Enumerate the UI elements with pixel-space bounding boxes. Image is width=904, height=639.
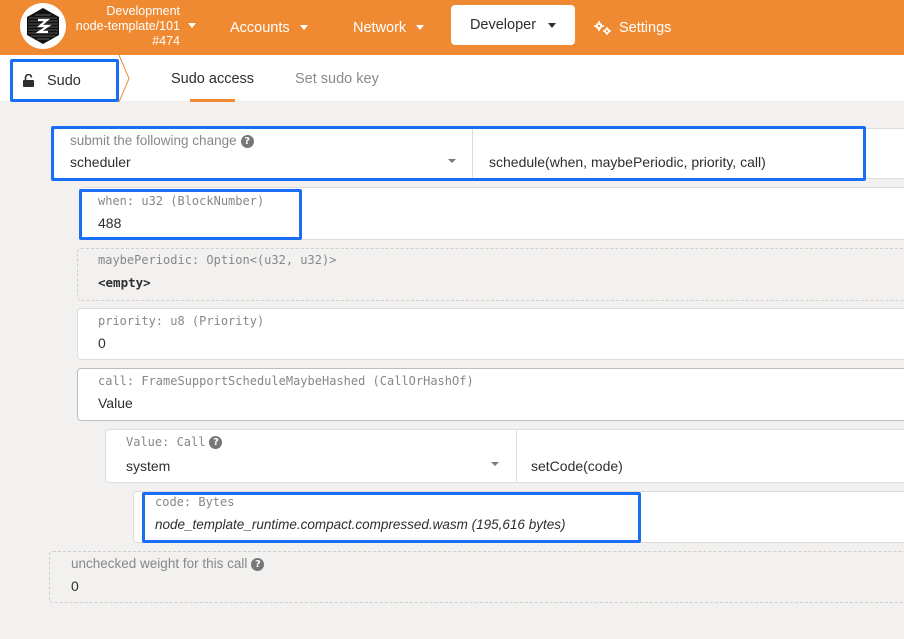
node-version: node-template/101 [75,19,180,33]
chain-logo-icon [27,8,59,44]
param-priority-input[interactable]: priority: u8 (Priority) 0 [77,308,904,360]
param-when-value: 488 [98,215,122,231]
nav-developer-label: Developer [469,17,537,33]
inner-call-section-value: system [126,458,171,474]
param-maybe-periodic[interactable]: maybePeriodic: Option<(u32, u32)> <empty… [77,248,904,301]
param-when-input[interactable]: when: u32 (BlockNumber) 488 [79,187,904,240]
dropdown-caret-icon [448,159,456,163]
extrinsic-method-value: schedule(when, maybePeriodic, priority, … [489,154,766,170]
param-maybe-periodic-value: <empty> [98,275,151,290]
weight-label: unchecked weight for this call? [71,556,265,571]
extrinsic-section-value: scheduler [70,154,131,170]
unlock-icon [23,74,34,87]
extrinsic-section-dropdown[interactable]: submit the following change? scheduler [53,128,473,179]
nav-settings-label: Settings [619,19,672,36]
extrinsic-method-dropdown[interactable]: schedule(when, maybePeriodic, priority, … [472,128,904,179]
param-call-label: call: FrameSupportScheduleMaybeHashed (C… [98,374,474,388]
param-call-dropdown[interactable]: call: FrameSupportScheduleMaybeHashed (C… [77,368,904,421]
chain-selector[interactable]: Development node-template/101 #474 [70,4,196,49]
inner-call-label-text: Value: Call [126,435,206,449]
nav-accounts[interactable]: Accounts [230,0,308,55]
inner-call-method-dropdown[interactable]: setCode(code) [516,429,904,483]
dropdown-caret-icon [491,462,499,466]
tab-sudo-access[interactable]: Sudo access [171,55,254,102]
param-priority-label: priority: u8 (Priority) [98,314,265,328]
weight-value: 0 [71,578,79,594]
question-circle-icon[interactable]: ? [251,558,265,571]
polkadot-logo[interactable] [20,3,66,49]
caret-down-icon [548,22,557,28]
param-priority-value: 0 [98,335,106,351]
nav-network[interactable]: Network [353,0,425,55]
tab-set-sudo-key[interactable]: Set sudo key [295,55,379,102]
nav-accounts-label: Accounts [230,19,290,36]
caret-down-icon [416,25,425,30]
extrinsic-label-text: submit the following change [70,133,237,148]
param-maybe-periodic-label: maybePeriodic: Option<(u32, u32)> [98,253,337,267]
question-circle-icon[interactable]: ? [209,436,223,449]
inner-call-section-dropdown[interactable]: Value: Call? system [105,429,517,483]
unchecked-weight-input[interactable]: unchecked weight for this call? 0 [49,551,904,603]
network-name: Development [106,4,180,18]
gears-icon [594,20,611,35]
top-navigation-bar: Development node-template/101 #474 Accou… [0,0,904,55]
nav-developer[interactable]: Developer [451,5,575,45]
inner-call-label: Value: Call? [126,435,223,449]
param-when-label: when: u32 (BlockNumber) [98,194,265,208]
nav-settings[interactable]: Settings [594,0,671,55]
extrinsic-label: submit the following change? [70,133,254,148]
param-code-file-input[interactable]: code: Bytes node_template_runtime.compac… [133,491,904,543]
section-title-sudo: Sudo [10,59,119,102]
sub-navigation: Sudo Sudo access Set sudo key [0,55,904,102]
param-code-value: node_template_runtime.compact.compressed… [155,517,566,532]
question-circle-icon[interactable]: ? [240,135,254,148]
param-code-label: code: Bytes [155,495,235,509]
weight-label-text: unchecked weight for this call [71,556,248,571]
nav-network-label: Network [353,19,407,36]
param-call-value: Value [98,395,133,411]
caret-down-icon [299,25,308,30]
best-block: #474 [152,34,180,48]
breadcrumb-separator-icon [118,55,130,102]
caret-down-icon [188,23,196,28]
section-label: Sudo [47,72,81,89]
inner-call-method-value: setCode(code) [531,458,623,474]
